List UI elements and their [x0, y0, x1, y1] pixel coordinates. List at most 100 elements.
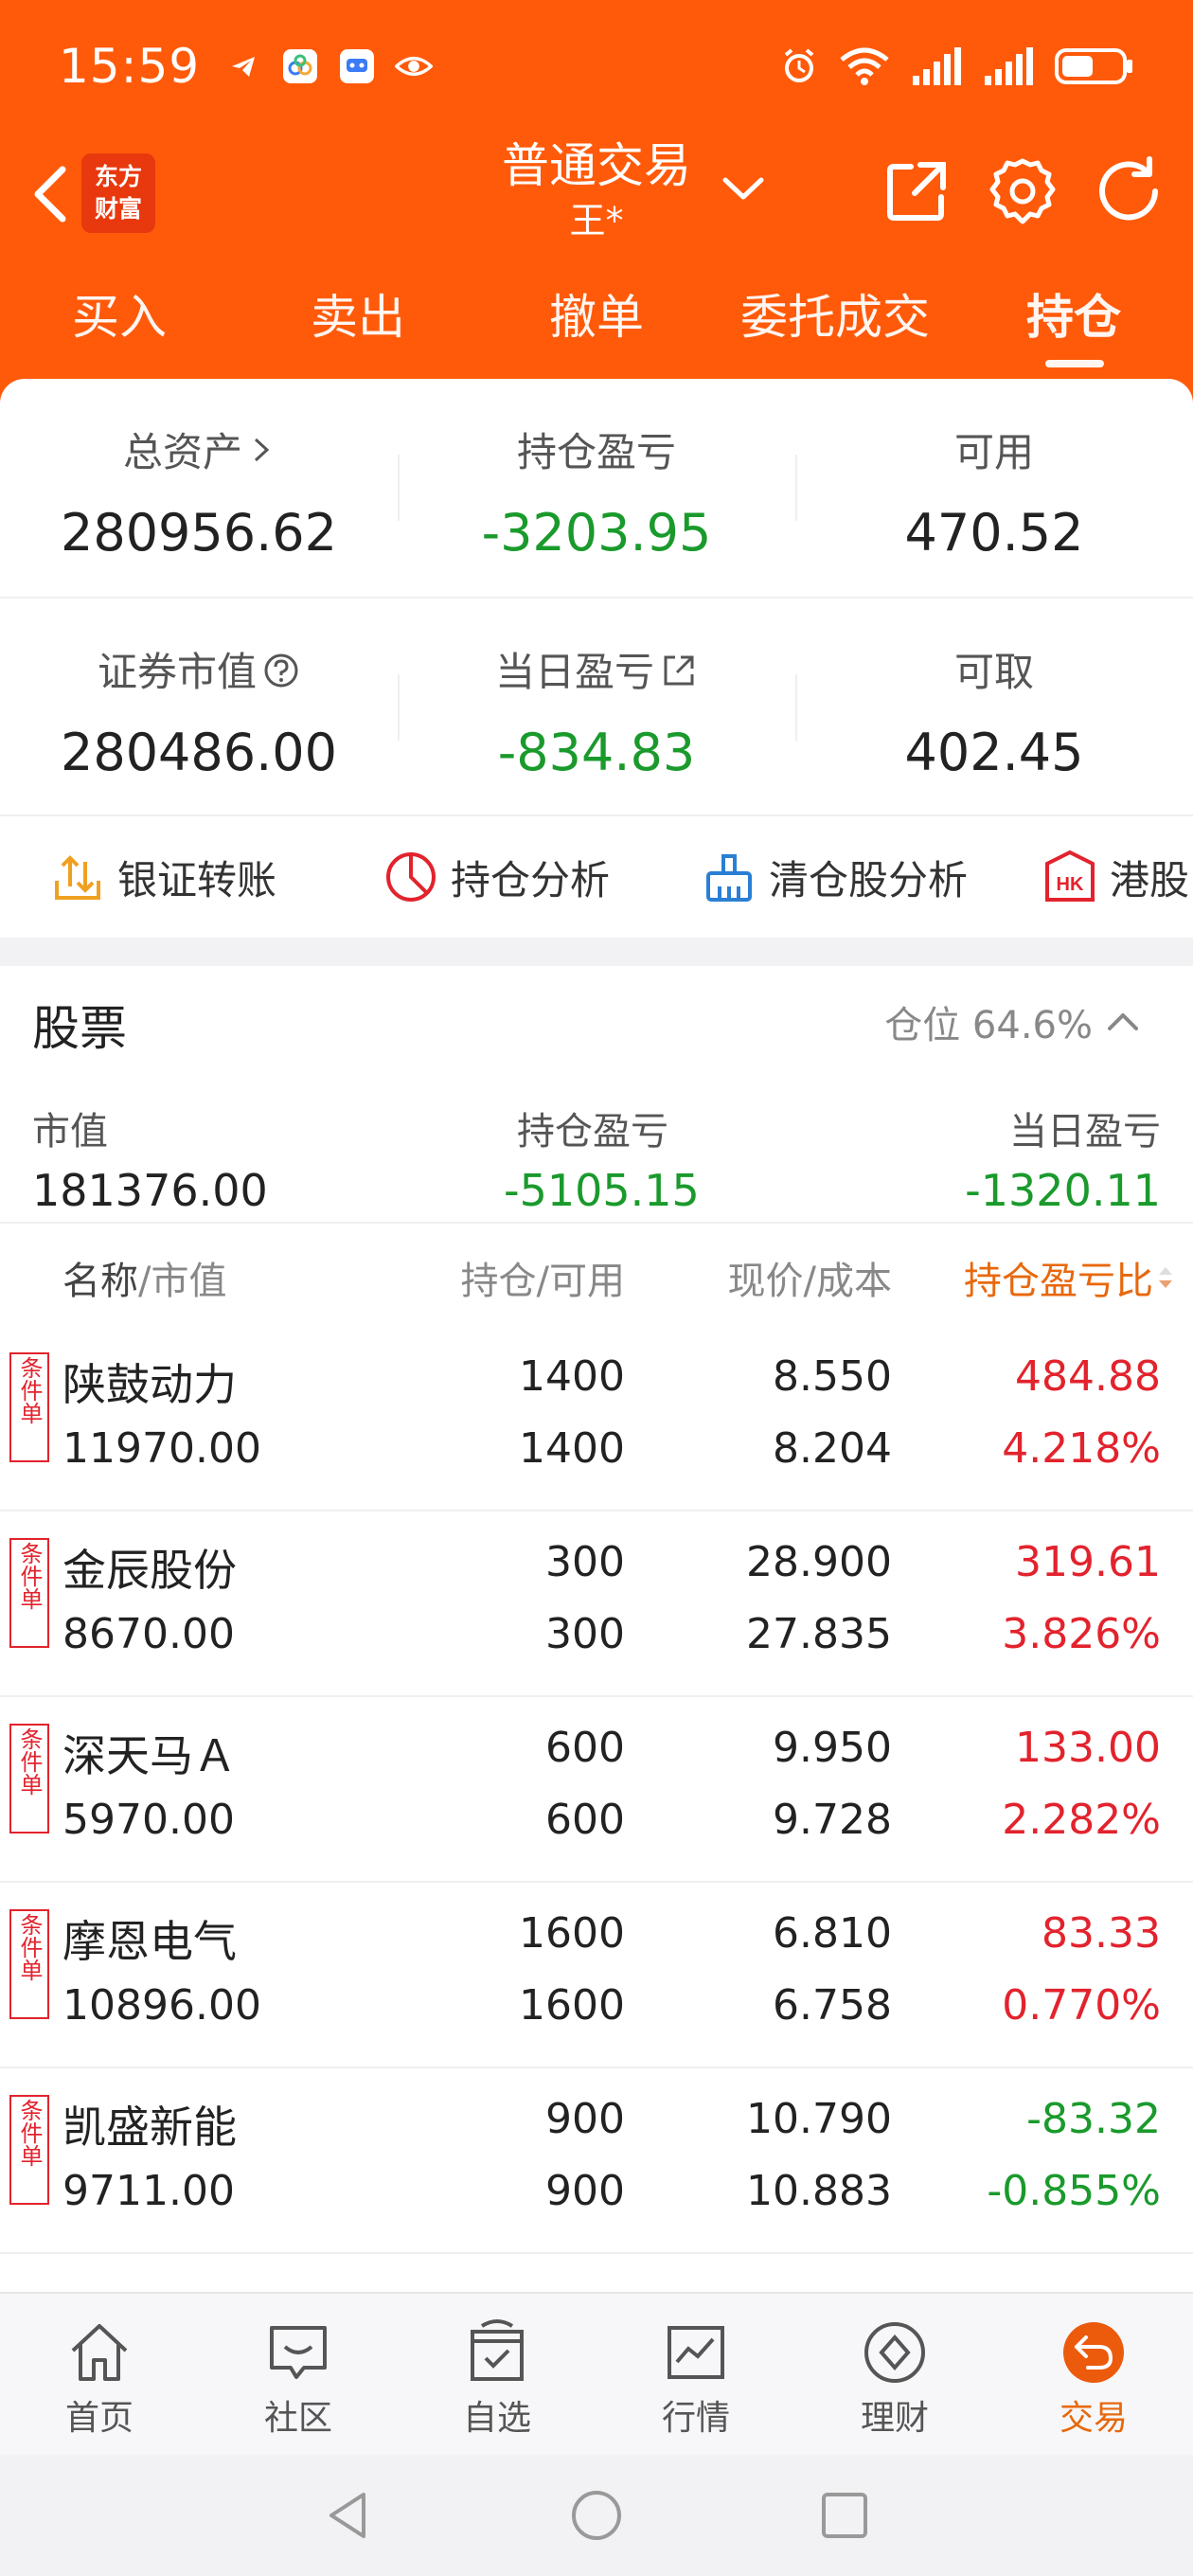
back-button[interactable]	[21, 161, 78, 227]
available-qty: 600	[545, 1796, 625, 1844]
position-analysis-button[interactable]: 持仓分析	[383, 849, 610, 906]
stock-section-header[interactable]: 股票 仓位 64.6%	[0, 966, 1193, 1080]
tab-orders[interactable]: 委托成交	[716, 256, 954, 379]
market-value-label: 证券市值	[97, 649, 257, 695]
column-name-header[interactable]: 名称/市值	[62, 1250, 226, 1305]
nav-market-label: 行情	[661, 2399, 730, 2438]
nav-community[interactable]: 社区	[199, 2294, 398, 2455]
column-pl-ratio-header[interactable]: 持仓盈亏比	[964, 1250, 1153, 1305]
nav-watchlist[interactable]: 自选	[398, 2294, 596, 2455]
gear-icon	[989, 158, 1056, 224]
chevron-down-icon[interactable]	[720, 172, 767, 206]
signal-icon	[911, 47, 962, 85]
column-price-header[interactable]: 现价/成本	[728, 1250, 892, 1305]
recents-square-icon[interactable]	[818, 2489, 871, 2542]
status-time: 15:59	[59, 39, 201, 94]
cost-price: 27.835	[746, 1610, 892, 1658]
nav-market[interactable]: 行情	[596, 2294, 795, 2455]
nav-trade[interactable]: 交易	[994, 2294, 1193, 2455]
table-row[interactable]: 条件单 深天马Ａ 5970.00 600 600 9.950 9.728 133…	[0, 1697, 1193, 1883]
current-price: 6.810	[773, 1909, 892, 1958]
account-name: 王*	[569, 200, 624, 242]
chevron-up-icon[interactable]	[1102, 1000, 1144, 1042]
nav-wealth-label: 理财	[860, 2399, 929, 2438]
cleared-stock-analysis-button[interactable]: 清仓股分析	[701, 849, 968, 906]
stock-position-pl: -5105.15	[504, 1165, 700, 1216]
nav-home[interactable]: 首页	[0, 2294, 199, 2455]
tab-positions[interactable]: 持仓	[954, 256, 1193, 379]
daily-pl-label: 当日盈亏	[494, 649, 654, 695]
position-pl-label: 持仓盈亏	[516, 429, 676, 475]
holdings-list: 条件单 陕鼓动力 11970.00 1400 1400 8.550 8.204 …	[0, 1326, 1193, 2254]
available-value: 470.52	[904, 503, 1084, 563]
holding-qty: 600	[545, 1724, 625, 1772]
broom-icon	[701, 849, 757, 905]
trade-tabs: 买入 卖出 撤单 委托成交 持仓	[0, 256, 1193, 379]
condition-order-tag[interactable]: 条件单	[9, 1724, 49, 1834]
table-row[interactable]: 条件单 陕鼓动力 11970.00 1400 1400 8.550 8.204 …	[0, 1326, 1193, 1512]
logo-text-line2: 财富	[94, 195, 142, 223]
share-button[interactable]	[881, 155, 953, 227]
hk-stock-button[interactable]: HK 港股	[1042, 849, 1189, 906]
refresh-button[interactable]	[1093, 155, 1165, 227]
home-icon	[71, 2324, 128, 2381]
tag-text: 条件单	[16, 2099, 43, 2167]
hk-icon: HK	[1042, 849, 1098, 905]
wifi-icon	[839, 47, 890, 85]
table-header: 名称/市值 持仓/可用 现价/成本 持仓盈亏比	[0, 1222, 1193, 1326]
hk-stock-label: 港股	[1110, 856, 1190, 903]
available-funds: 可用 470.52	[795, 379, 1193, 597]
condition-order-tag[interactable]: 条件单	[9, 1909, 49, 2019]
table-row[interactable]: 条件单 摩恩电气 10896.00 1600 1600 6.810 6.758 …	[0, 1883, 1193, 2068]
tab-sell[interactable]: 卖出	[239, 256, 477, 379]
telegram-icon	[224, 47, 262, 85]
cost-price: 6.758	[773, 1981, 892, 2030]
account-switcher[interactable]: 普通交易 王*	[454, 133, 739, 242]
holding-qty: 1600	[519, 1909, 625, 1958]
sort-icon[interactable]	[1157, 1265, 1174, 1290]
chart-icon	[668, 2326, 724, 2379]
nav-wealth[interactable]: 理财	[795, 2294, 994, 2455]
share-icon	[887, 162, 946, 221]
table-row[interactable]: 条件单 凯盛新能 9711.00 900 900 10.790 10.883 -…	[0, 2068, 1193, 2254]
daily-pl[interactable]: 当日盈亏 -834.83	[398, 599, 795, 814]
svg-text:HK: HK	[1057, 874, 1084, 895]
holding-qty: 300	[545, 1538, 625, 1586]
withdrawable-value: 402.45	[904, 723, 1084, 782]
withdrawable-funds: 可取 402.45	[795, 599, 1193, 814]
position-pl-value: -3203.95	[481, 503, 712, 563]
battery-icon	[1055, 47, 1134, 85]
total-assets[interactable]: 总资产 280956.62	[0, 379, 398, 597]
settings-button[interactable]	[987, 155, 1059, 227]
nav-trade-label: 交易	[1059, 2399, 1128, 2438]
daily-pl-label-wrap: 当日盈亏	[398, 640, 795, 698]
help-icon[interactable]	[262, 652, 300, 689]
table-row[interactable]: 条件单 金辰股份 8670.00 300 300 28.900 27.835 3…	[0, 1512, 1193, 1697]
condition-order-tag[interactable]: 条件单	[9, 2095, 49, 2205]
bank-transfer-button[interactable]: 银证转账	[49, 849, 276, 906]
market-value: 证券市值 280486.00	[0, 599, 398, 814]
current-price: 10.790	[746, 2095, 892, 2143]
tab-cancel[interactable]: 撤单	[477, 256, 716, 379]
account-summary: 总资产 280956.62 持仓盈亏 -3203.95 可用 470.52 证券…	[0, 379, 1193, 938]
home-circle-icon[interactable]	[570, 2489, 623, 2542]
check-box-icon	[471, 2319, 524, 2381]
stock-market-value-label: 市值	[32, 1110, 108, 1154]
column-holding-header[interactable]: 持仓/可用	[461, 1250, 625, 1305]
tab-buy[interactable]: 买入	[0, 256, 239, 379]
transfer-icon	[49, 849, 106, 905]
available-qty: 900	[545, 2167, 625, 2215]
position-pl: 持仓盈亏 -3203.95	[398, 379, 795, 597]
position-pl: 83.33	[1042, 1909, 1161, 1958]
logo-text-line1: 东方	[94, 163, 142, 190]
available-qty: 1600	[519, 1981, 625, 2030]
stock-name: 深天马Ａ	[62, 1730, 237, 1781]
market-value-label-wrap: 证券市值	[0, 640, 398, 698]
cloud-icon	[281, 47, 319, 85]
position-ratio: 仓位 64.6%	[884, 1004, 1093, 1047]
back-triangle-icon[interactable]	[322, 2489, 375, 2542]
condition-order-tag[interactable]: 条件单	[9, 1352, 49, 1462]
cleared-stock-analysis-label: 清仓股分析	[769, 856, 969, 903]
stock-market-value: 9711.00	[62, 2167, 235, 2215]
condition-order-tag[interactable]: 条件单	[9, 1538, 49, 1648]
